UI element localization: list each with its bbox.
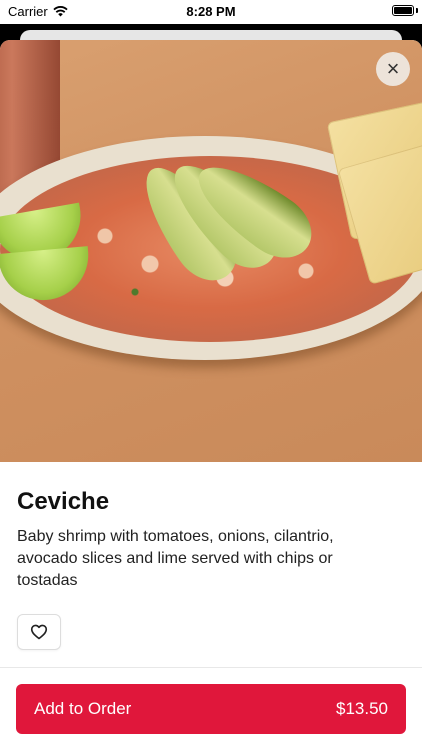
item-description: Baby shrimp with tomatoes, onions, cilan… [17, 528, 334, 589]
battery-tip [416, 8, 418, 13]
status-bar: Carrier 8:28 PM [0, 0, 422, 24]
item-detail-sheet: × Ceviche Baby shrimp with tomatoes, oni… [0, 40, 422, 750]
battery-icon [392, 5, 414, 16]
divider [0, 667, 422, 668]
item-price: $13.50 [336, 699, 388, 718]
close-icon: × [386, 56, 400, 81]
add-to-order-button[interactable]: Add to Order $13.50 [16, 684, 406, 734]
item-info: Ceviche Baby shrimp with tomatoes, onion… [0, 462, 422, 750]
close-button[interactable]: × [376, 52, 410, 86]
add-to-order-label: Add to Order [34, 699, 132, 718]
status-time: 8:28 PM [186, 4, 236, 19]
item-photo: × [0, 40, 422, 462]
favorite-button[interactable] [17, 614, 61, 650]
heart-outline-icon [30, 624, 48, 640]
item-title: Ceviche [17, 488, 110, 515]
